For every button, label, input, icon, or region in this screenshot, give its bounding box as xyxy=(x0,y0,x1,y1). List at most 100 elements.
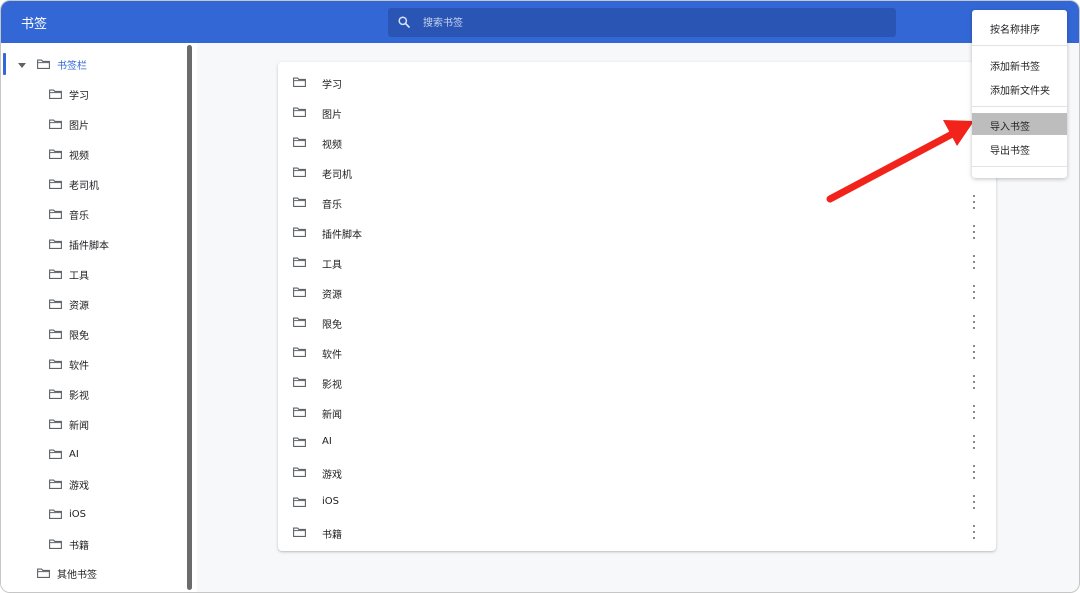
tree-item-label: 资源 xyxy=(69,300,89,312)
folder-icon xyxy=(293,377,306,387)
list-item[interactable]: 音乐 xyxy=(278,187,996,217)
list-item[interactable]: 视频 xyxy=(278,127,996,157)
tree-item-label: 图片 xyxy=(69,120,89,132)
tree-item-bookmarks-bar[interactable]: 书签栏 xyxy=(37,54,87,74)
caret-down-icon[interactable] xyxy=(18,63,26,68)
tree-item[interactable]: 音乐 xyxy=(49,204,89,224)
more-vert-icon[interactable] xyxy=(968,195,980,209)
more-vert-icon[interactable] xyxy=(968,465,980,479)
more-vert-icon[interactable] xyxy=(968,525,980,539)
tree-item[interactable]: 影视 xyxy=(49,384,89,404)
more-vert-icon[interactable] xyxy=(968,255,980,269)
folder-icon xyxy=(293,467,306,477)
tree-item[interactable]: AI xyxy=(49,444,79,464)
menu-item-label: 添加新书签 xyxy=(990,62,1040,73)
folder-tree: 书签栏 学习 图片 视频 老司机 音乐 插件脚本 工具 资源 限免 软件 影视 … xyxy=(1,43,197,592)
tree-item[interactable]: 老司机 xyxy=(49,174,99,194)
tree-item-label: 老司机 xyxy=(69,180,99,192)
list-item[interactable]: 软件 xyxy=(278,337,996,367)
tree-item[interactable]: 学习 xyxy=(49,84,89,104)
menu-divider xyxy=(972,106,1067,107)
list-item-label: 影视 xyxy=(322,380,342,391)
folder-icon xyxy=(49,509,62,519)
more-vert-icon[interactable] xyxy=(968,375,980,389)
bookmark-manager-window: 书签 书签栏 学习 图片 视频 xyxy=(0,0,1080,593)
list-item[interactable]: 学习 xyxy=(278,67,996,97)
more-vert-icon[interactable] xyxy=(968,495,980,509)
menu-item-sort-by-name[interactable]: 按名称排序 xyxy=(972,16,1067,38)
list-item[interactable]: 书籍 xyxy=(278,517,996,547)
tree-item[interactable]: 游戏 xyxy=(49,474,89,494)
folder-icon xyxy=(293,407,306,417)
folder-icon xyxy=(49,239,62,249)
list-item-label: 工具 xyxy=(322,260,342,271)
list-item[interactable]: 限免 xyxy=(278,307,996,337)
search-input[interactable] xyxy=(421,14,865,33)
more-vert-icon[interactable] xyxy=(968,225,980,239)
tree-item-label: iOS xyxy=(69,508,86,520)
more-vert-icon[interactable] xyxy=(968,405,980,419)
list-item-label: 老司机 xyxy=(322,170,352,181)
more-vert-icon[interactable] xyxy=(968,285,980,299)
folder-icon xyxy=(293,197,306,207)
more-vert-icon[interactable] xyxy=(968,315,980,329)
folder-icon xyxy=(37,59,50,69)
tree-item[interactable]: 插件脚本 xyxy=(49,234,109,254)
menu-divider xyxy=(972,166,1067,167)
folder-icon xyxy=(293,77,306,87)
folder-icon xyxy=(49,329,62,339)
list-item-label: 软件 xyxy=(322,350,342,361)
list-item-label: AI xyxy=(322,436,332,447)
tree-item-other-bookmarks[interactable]: 其他书签 xyxy=(37,563,97,583)
folder-icon xyxy=(49,479,62,489)
menu-item-add-folder[interactable]: 添加新文件夹 xyxy=(972,77,1067,99)
list-item-label: 图片 xyxy=(322,110,342,121)
tree-item-label: 书签栏 xyxy=(57,60,87,72)
list-item-label: 插件脚本 xyxy=(322,230,362,241)
app-title: 书签 xyxy=(21,17,48,32)
menu-item-label: 按名称排序 xyxy=(990,25,1040,36)
tree-item[interactable]: 资源 xyxy=(49,294,89,314)
list-item[interactable]: 老司机 xyxy=(278,157,996,187)
list-item[interactable]: 影视 xyxy=(278,367,996,397)
list-item[interactable]: 工具 xyxy=(278,247,996,277)
folder-icon xyxy=(293,527,306,537)
folder-icon xyxy=(293,497,306,507)
more-vert-icon[interactable] xyxy=(968,345,980,359)
tree-item[interactable]: 视频 xyxy=(49,144,89,164)
tree-item[interactable]: 软件 xyxy=(49,354,89,374)
tree-item[interactable]: 书籍 xyxy=(49,534,89,554)
list-item[interactable]: iOS xyxy=(278,487,996,517)
menu-item-export-bookmarks[interactable]: 导出书签 xyxy=(972,137,1067,159)
menu-item-add-bookmark[interactable]: 添加新书签 xyxy=(972,53,1067,75)
tree-item[interactable]: iOS xyxy=(49,504,86,524)
folder-icon xyxy=(49,89,62,99)
menu-item-import-bookmarks[interactable]: 导入书签 xyxy=(972,113,1067,135)
list-item[interactable]: AI xyxy=(278,427,996,457)
folder-icon xyxy=(293,227,306,237)
tree-item[interactable]: 工具 xyxy=(49,264,89,284)
folder-icon xyxy=(293,137,306,147)
list-item-label: 视频 xyxy=(322,140,342,151)
top-bar: 书签 xyxy=(1,1,1079,43)
list-item[interactable]: 新闻 xyxy=(278,397,996,427)
sidebar-scrollbar[interactable] xyxy=(187,45,192,590)
folder-icon xyxy=(49,359,62,369)
list-item[interactable]: 插件脚本 xyxy=(278,217,996,247)
more-vert-icon[interactable] xyxy=(968,435,980,449)
folder-icon xyxy=(293,287,306,297)
list-item[interactable]: 图片 xyxy=(278,97,996,127)
list-item-label: 限免 xyxy=(322,320,342,331)
list-item-label: 新闻 xyxy=(322,410,342,421)
list-item[interactable]: 游戏 xyxy=(278,457,996,487)
tree-item-label: 音乐 xyxy=(69,210,89,222)
list-item[interactable]: 资源 xyxy=(278,277,996,307)
menu-item-label: 导入书签 xyxy=(990,122,1030,133)
tree-item[interactable]: 图片 xyxy=(49,114,89,134)
tree-item-label: 其他书签 xyxy=(57,569,97,581)
folder-icon xyxy=(293,257,306,267)
search-box[interactable] xyxy=(388,8,896,37)
tree-item-label: 影视 xyxy=(69,390,89,402)
tree-item[interactable]: 新闻 xyxy=(49,414,89,434)
tree-item[interactable]: 限免 xyxy=(49,324,89,344)
